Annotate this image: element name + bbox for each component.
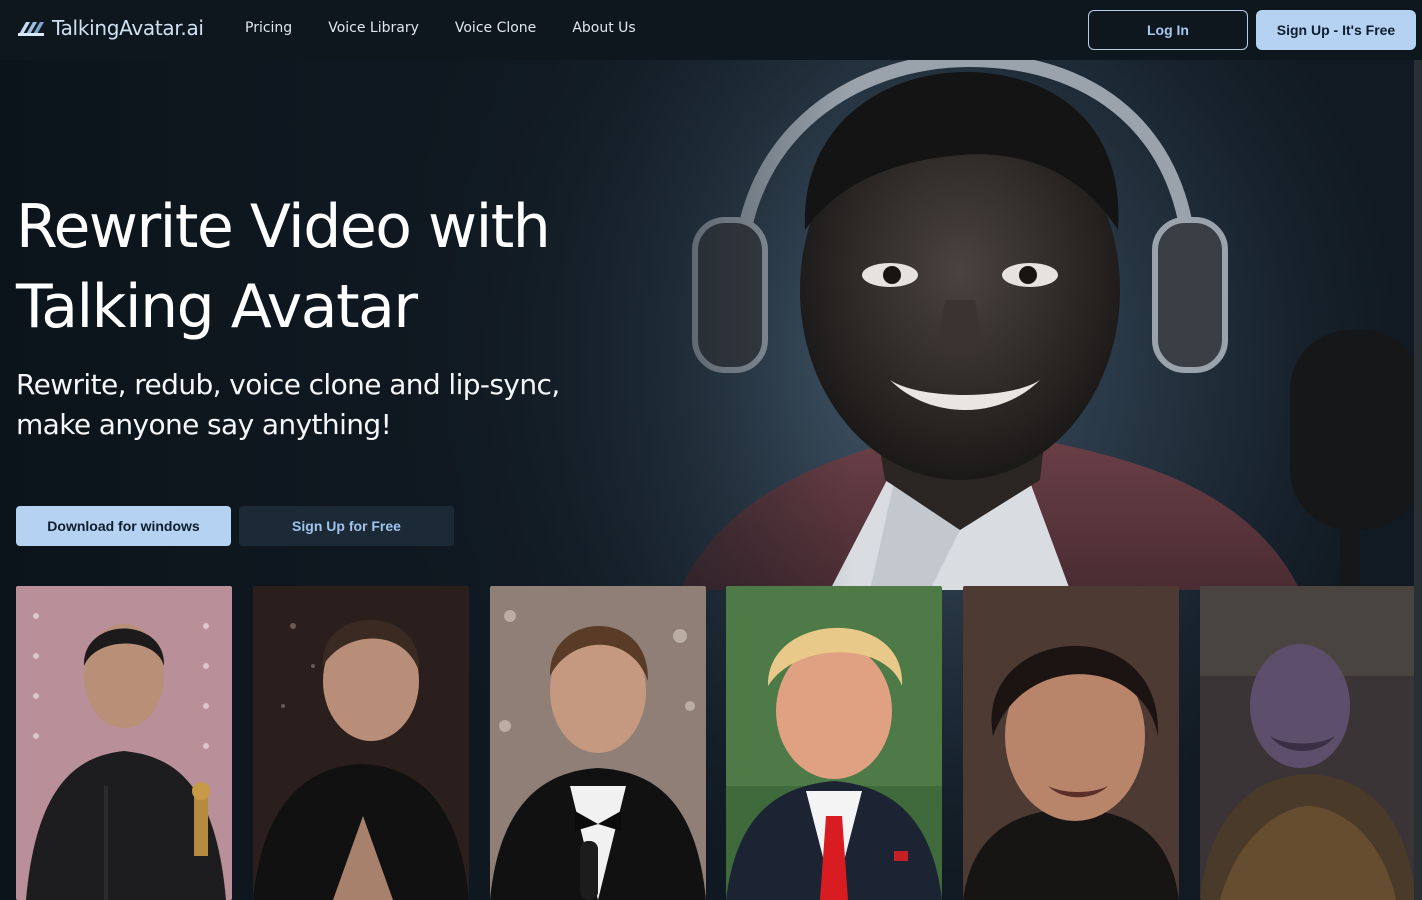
hero-subtitle: Rewrite, redub, voice clone and lip-sync… — [16, 365, 616, 445]
avatar-photo-man-dark-hair — [963, 586, 1179, 900]
top-navbar: TalkingAvatar.ai Pricing Voice Library V… — [0, 0, 1422, 60]
avatar-photo-man-red-tie — [726, 586, 942, 900]
avatar-photo-man-with-award — [16, 586, 232, 900]
nav-link-voice-library[interactable]: Voice Library — [328, 20, 419, 36]
nav-link-voice-clone[interactable]: Voice Clone — [455, 20, 536, 36]
avatar-card[interactable] — [726, 586, 942, 900]
avatar-card[interactable] — [490, 586, 706, 900]
logo-icon — [18, 22, 44, 36]
signup-free-button[interactable]: Sign Up for Free — [239, 506, 454, 546]
nav-link-pricing[interactable]: Pricing — [245, 20, 292, 36]
avatar-card[interactable] — [16, 586, 232, 900]
hero-subtitle-line-1: Rewrite, redub, voice clone and lip-sync… — [16, 368, 560, 401]
hero-title-line-1: Rewrite Video with — [16, 192, 551, 262]
nav-link-about-us[interactable]: About Us — [572, 20, 635, 36]
brand-logo[interactable]: TalkingAvatar.ai — [16, 16, 204, 40]
download-windows-button[interactable]: Download for windows — [16, 506, 231, 546]
scrollbar-track[interactable] — [1414, 60, 1422, 900]
hero-title: Rewrite Video with Talking Avatar — [16, 187, 636, 347]
nav-links: Pricing Voice Library Voice Clone About … — [245, 20, 636, 36]
avatar-card[interactable] — [253, 586, 469, 900]
avatar-card[interactable] — [963, 586, 1179, 900]
avatar-photo-purple-character — [1200, 586, 1416, 900]
signup-button[interactable]: Sign Up - It's Free — [1256, 10, 1416, 50]
portrait-headphones-photo — [680, 60, 1422, 590]
hero-subtitle-line-2: make anyone say anything! — [16, 408, 392, 441]
avatar-photo-man-black-tshirt — [253, 586, 469, 900]
hero-title-line-2: Talking Avatar — [16, 272, 418, 342]
avatar-card[interactable] — [1200, 586, 1422, 900]
login-button[interactable]: Log In — [1088, 10, 1248, 50]
avatar-photo-man-tuxedo — [490, 586, 706, 900]
hero-section: Rewrite Video with Talking Avatar Rewrit… — [0, 60, 1422, 900]
brand-name: TalkingAvatar.ai — [52, 16, 204, 40]
avatar-card-row — [0, 586, 1422, 900]
